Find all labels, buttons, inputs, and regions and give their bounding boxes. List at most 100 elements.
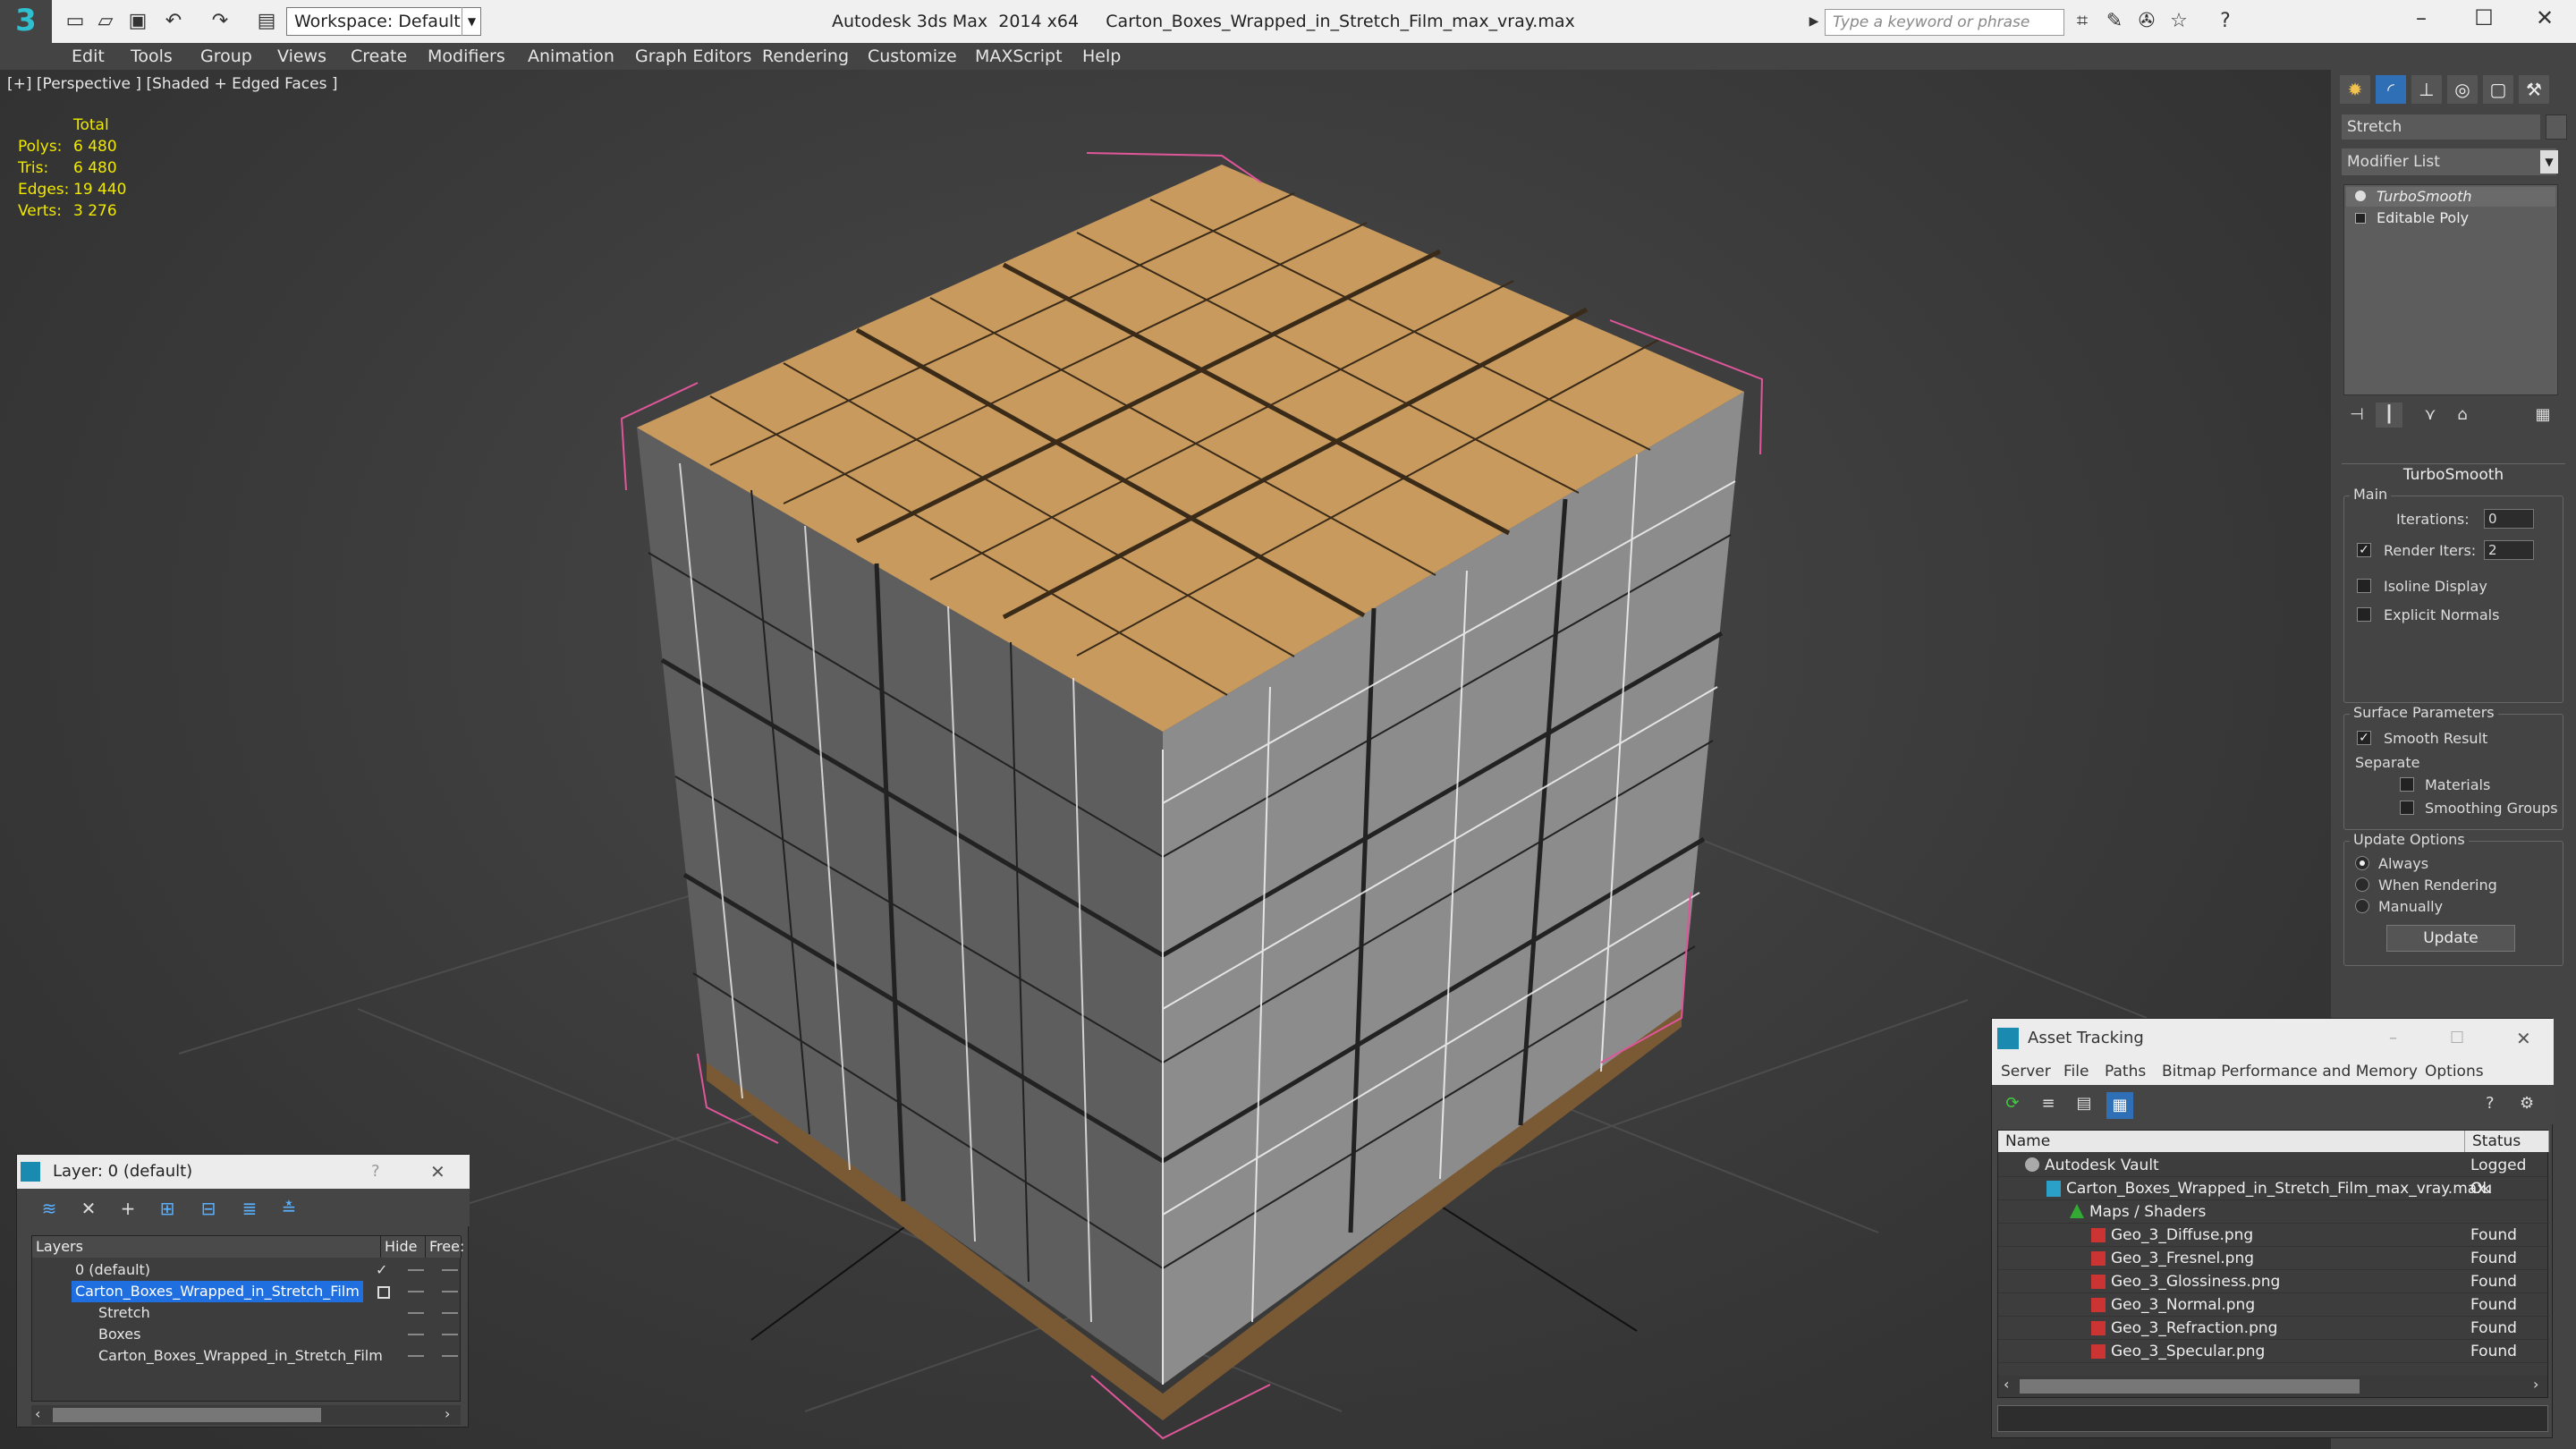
- freeze-toggle[interactable]: [442, 1269, 458, 1271]
- asset-menu-options[interactable]: Options: [2425, 1058, 2484, 1085]
- refresh-icon[interactable]: ⟳: [2001, 1094, 2024, 1117]
- when-rendering-radio[interactable]: [2355, 877, 2369, 892]
- asset-menu-file[interactable]: File: [2063, 1058, 2089, 1085]
- light-bulb-icon[interactable]: [2355, 191, 2366, 201]
- turbosmooth-rollout-header[interactable]: TurboSmooth: [2342, 463, 2565, 485]
- object-color-swatch[interactable]: [2546, 114, 2567, 140]
- menu-graph-editors[interactable]: Graph Editors: [635, 43, 751, 70]
- table-row[interactable]: Geo_3_Glossiness.png Found: [1998, 1270, 2549, 1293]
- menu-create[interactable]: Create: [351, 43, 407, 70]
- scroll-left-icon[interactable]: ‹: [2004, 1376, 2009, 1393]
- hide-toggle[interactable]: [408, 1291, 424, 1292]
- scroll-left-icon[interactable]: ‹: [35, 1405, 40, 1422]
- hide-toggle[interactable]: [408, 1334, 424, 1335]
- app-logo-icon[interactable]: 3: [0, 0, 52, 43]
- detail-view-icon[interactable]: ▤: [2072, 1094, 2096, 1117]
- display-tab-icon[interactable]: ▢: [2483, 75, 2513, 104]
- smoothing-groups-checkbox[interactable]: [2400, 801, 2414, 815]
- horizontal-scrollbar[interactable]: ‹ ›: [1998, 1376, 2547, 1397]
- minimize-icon[interactable]: –: [2389, 1019, 2397, 1058]
- object-row-stretch[interactable]: Stretch: [32, 1302, 462, 1324]
- always-radio[interactable]: [2355, 856, 2369, 870]
- table-row[interactable]: Geo_3_Refraction.png Found: [1998, 1317, 2549, 1340]
- save-icon[interactable]: ▣: [125, 9, 150, 34]
- scroll-thumb[interactable]: [53, 1408, 321, 1422]
- communication-icon[interactable]: ✎: [2102, 9, 2127, 34]
- menu-tools[interactable]: Tools: [131, 43, 173, 70]
- menu-group[interactable]: Group: [200, 43, 252, 70]
- render-iters-checkbox[interactable]: ✓: [2357, 543, 2371, 557]
- table-view-icon[interactable]: ▦: [2106, 1092, 2133, 1119]
- hide-toggle[interactable]: [408, 1355, 424, 1357]
- help-icon[interactable]: ?: [2213, 9, 2238, 34]
- asset-menu-server[interactable]: Server: [2001, 1058, 2051, 1085]
- stack-item-turbosmooth[interactable]: TurboSmooth: [2346, 187, 2555, 207]
- menu-views[interactable]: Views: [277, 43, 326, 70]
- maximize-icon[interactable]: ☐: [2450, 1019, 2464, 1058]
- modifier-list-dropdown[interactable]: Modifier List: [2342, 148, 2556, 175]
- active-box-icon[interactable]: [377, 1286, 390, 1299]
- close-icon[interactable]: ✕: [2516, 1019, 2531, 1058]
- horizontal-scrollbar[interactable]: ‹ ›: [31, 1405, 461, 1425]
- layer-row-default[interactable]: 0 (default) ✓: [32, 1259, 462, 1281]
- expand-arrow-icon[interactable]: ▶: [1801, 9, 1826, 34]
- close-icon[interactable]: ✕: [2513, 0, 2576, 36]
- favorites-star-icon[interactable]: ☆: [2166, 9, 2191, 34]
- asset-window-title[interactable]: Asset Tracking – ☐ ✕: [1992, 1019, 2554, 1058]
- layer-help-button[interactable]: ?: [371, 1155, 380, 1189]
- menu-customize[interactable]: Customize: [868, 43, 957, 70]
- hide-toggle[interactable]: [408, 1269, 424, 1271]
- explicit-normals-checkbox[interactable]: [2357, 607, 2371, 622]
- new-layer-icon[interactable]: ≋: [37, 1196, 62, 1221]
- hide-column-header[interactable]: Hide: [381, 1236, 426, 1258]
- layer-window-title[interactable]: Layer: 0 (default) ? ✕: [17, 1155, 470, 1189]
- menu-rendering[interactable]: Rendering: [762, 43, 849, 70]
- select-objects-icon[interactable]: ⊞: [155, 1196, 180, 1221]
- new-file-icon[interactable]: ▭: [63, 9, 88, 34]
- asset-menu-paths[interactable]: Paths: [2105, 1058, 2146, 1085]
- status-column-header[interactable]: Status: [2465, 1131, 2549, 1152]
- iterations-spinner[interactable]: 0: [2484, 509, 2534, 529]
- hierarchy-tab-icon[interactable]: ⊥: [2411, 75, 2442, 104]
- hide-all-icon[interactable]: ≣: [237, 1196, 262, 1221]
- delete-layer-icon[interactable]: ✕: [76, 1196, 101, 1221]
- table-row[interactable]: Geo_3_Diffuse.png Found: [1998, 1224, 2549, 1247]
- table-row[interactable]: Geo_3_Normal.png Found: [1998, 1293, 2549, 1317]
- freeze-toggle[interactable]: [442, 1355, 458, 1357]
- table-row[interactable]: Geo_3_Specular.png Found: [1998, 1340, 2549, 1363]
- keyword-search-input[interactable]: Type a keyword or phrase: [1825, 9, 2064, 36]
- object-row-carton[interactable]: Carton_Boxes_Wrapped_in_Stretch_Film: [32, 1345, 462, 1367]
- utilities-tab-icon[interactable]: ⚒: [2519, 75, 2549, 104]
- minimize-icon[interactable]: –: [2390, 0, 2453, 36]
- undo-icon[interactable]: ↶: [161, 9, 186, 34]
- motion-tab-icon[interactable]: ◎: [2447, 75, 2478, 104]
- render-iters-spinner[interactable]: 2: [2484, 540, 2534, 560]
- configure-sets-icon[interactable]: ▦: [2529, 402, 2556, 428]
- object-name-field[interactable]: Stretch: [2342, 114, 2540, 140]
- manually-radio[interactable]: [2355, 899, 2369, 913]
- add-to-layer-icon[interactable]: +: [115, 1196, 140, 1221]
- isoline-checkbox[interactable]: [2357, 579, 2371, 593]
- asset-menu-bitmap[interactable]: Bitmap Performance and Memory: [2162, 1058, 2418, 1085]
- freeze-toggle[interactable]: [442, 1334, 458, 1335]
- scroll-thumb[interactable]: [2020, 1379, 2360, 1394]
- menu-modifiers[interactable]: Modifiers: [428, 43, 505, 70]
- settings-icon[interactable]: ⚙: [2520, 1094, 2534, 1113]
- workspace-dropdown[interactable]: Workspace: Default: [286, 7, 481, 36]
- pin-stack-icon[interactable]: ⊣: [2343, 402, 2370, 428]
- create-tab-icon[interactable]: ✹: [2340, 75, 2370, 104]
- chevron-down-icon[interactable]: ▼: [462, 7, 481, 36]
- table-row[interactable]: Carton_Boxes_Wrapped_in_Stretch_Film_max…: [1998, 1177, 2549, 1200]
- scroll-right-icon[interactable]: ›: [2533, 1376, 2538, 1393]
- subscription-icon[interactable]: ✇: [2134, 9, 2159, 34]
- list-view-icon[interactable]: ≡: [2037, 1094, 2060, 1117]
- highlight-selected-icon[interactable]: ⊟: [196, 1196, 221, 1221]
- object-row-boxes[interactable]: Boxes: [32, 1324, 462, 1345]
- layers-column-header[interactable]: Layers: [32, 1236, 381, 1258]
- remove-modifier-icon[interactable]: ⌂: [2449, 402, 2476, 428]
- help-icon[interactable]: ?: [2486, 1094, 2495, 1113]
- open-file-icon[interactable]: ▱: [93, 9, 118, 34]
- layer-row-carton[interactable]: Carton_Boxes_Wrapped_in_Stretch_Film: [32, 1281, 462, 1302]
- menu-help[interactable]: Help: [1082, 43, 1121, 70]
- binoculars-icon[interactable]: ⌗: [2070, 9, 2095, 34]
